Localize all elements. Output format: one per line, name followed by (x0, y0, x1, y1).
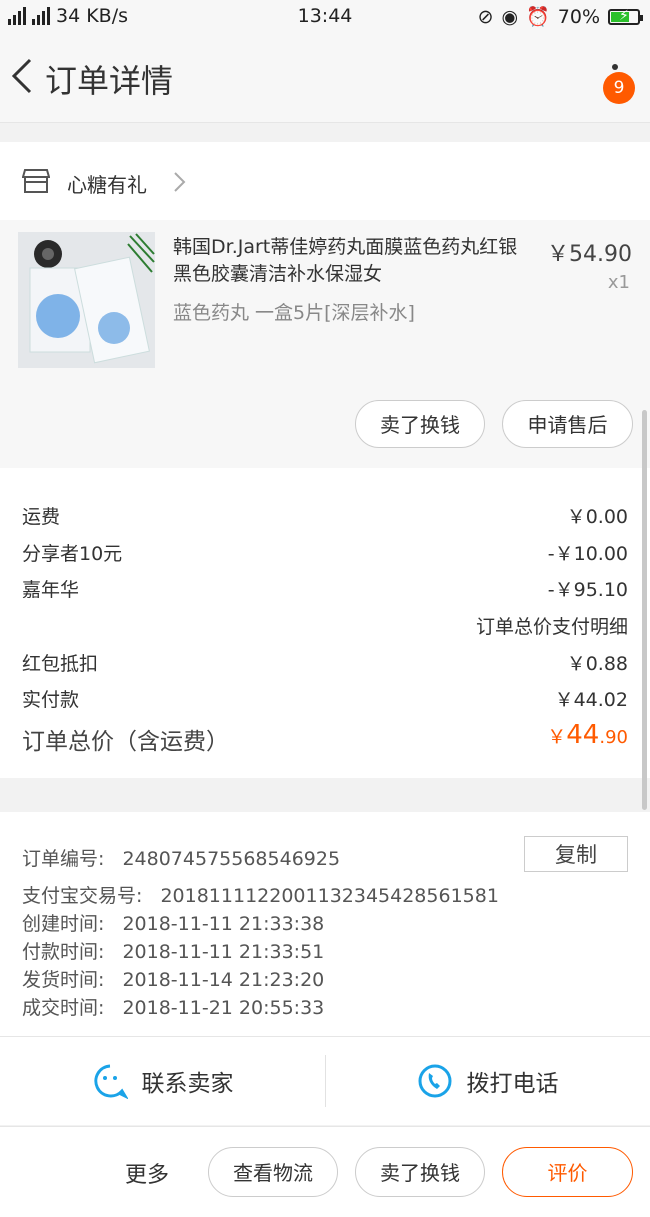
product-title[interactable]: 韩国Dr.Jart蒂佳婷药丸面膜蓝色药丸红银黑色胶囊清洁补水保湿女 (173, 234, 533, 288)
call-phone-button[interactable]: 拨打电话 (325, 1037, 650, 1125)
paid-time: 2018-11-11 21:33:51 (122, 941, 325, 963)
chat-bubble-icon (93, 1064, 128, 1099)
created-row: 创建时间: 2018-11-11 21:33:38 (22, 909, 324, 936)
alipay-number: 2018111122001132345428561581 (160, 885, 499, 907)
contact-seller-label: 联系卖家 (141, 1071, 234, 1097)
closed-row: 成交时间: 2018-11-21 20:55:33 (22, 993, 324, 1020)
scrollbar[interactable] (642, 410, 647, 810)
after-sale-button[interactable]: 申请售后 (502, 400, 633, 448)
alipay-row: 支付宝交易号: 2018111122001132345428561581 (22, 881, 499, 908)
product-image[interactable] (18, 232, 155, 368)
back-arrow-icon[interactable] (8, 56, 38, 96)
shipped-label: 发货时间: (22, 969, 105, 991)
product-qty: x1 (607, 272, 630, 293)
alarm-icon: ⏰ (526, 6, 550, 28)
sell-button[interactable]: 卖了换钱 (355, 1147, 485, 1197)
order-number-label: 订单编号: (22, 848, 105, 870)
shipped-row: 发货时间: 2018-11-14 21:23:20 (22, 965, 324, 992)
fee-label: 分享者10元 (22, 543, 123, 565)
product-sku: 蓝色药丸 一盒5片[深层补水] (173, 302, 415, 324)
review-button[interactable]: 评价 (502, 1147, 633, 1197)
call-phone-label: 拨打电话 (466, 1071, 559, 1097)
total-currency: ￥ (547, 726, 567, 748)
total-dec: .90 (599, 727, 628, 748)
total-label: 订单总价（含运费） (22, 729, 229, 755)
status-bar: 34 KB/s 13:44 ⊘ ◉ ⏰ 70% ⚡ (0, 0, 650, 34)
lock-rotation-icon: ◉ (501, 5, 519, 28)
fee-row-sharer: 分享者10元 -￥10.00 (22, 539, 628, 566)
payment-detail-link[interactable]: 订单总价支付明细 (476, 612, 628, 639)
fee-value: -￥10.00 (547, 543, 628, 565)
closed-label: 成交时间: (22, 997, 105, 1019)
fee-summary: 运费 ￥0.00 分享者10元 -￥10.00 嘉年华 -￥95.10 订单总价… (0, 468, 650, 778)
shop-icon (22, 169, 50, 193)
shop-name: 心糖有礼 (67, 173, 147, 197)
fee-value: ￥44.02 (554, 689, 628, 711)
contact-seller-button[interactable]: 联系卖家 (0, 1037, 325, 1125)
alipay-label: 支付宝交易号: (22, 885, 143, 907)
more-button[interactable]: 更多 (125, 1157, 169, 1189)
created-time: 2018-11-11 21:33:38 (122, 913, 325, 935)
fee-row-red-packet: 红包抵扣 ￥0.88 (22, 649, 628, 676)
paid-row: 付款时间: 2018-11-11 21:33:51 (22, 937, 324, 964)
notification-badge: 9 (603, 72, 635, 104)
fee-label: 嘉年华 (22, 579, 80, 601)
order-number: 248074575568546925 (122, 848, 341, 870)
fee-label: 红包抵扣 (22, 653, 99, 675)
copy-button[interactable]: 复制 (524, 836, 628, 872)
charging-icon: ⚡ (619, 7, 629, 24)
total-int: 44 (566, 720, 600, 750)
page-title: 订单详情 (45, 62, 174, 100)
view-logistics-button[interactable]: 查看物流 (208, 1147, 338, 1197)
order-item: 韩国Dr.Jart蒂佳婷药丸面膜蓝色药丸红银黑色胶囊清洁补水保湿女 蓝色药丸 一… (0, 220, 650, 468)
fee-value: ￥0.88 (566, 653, 628, 675)
fee-row-actual-paid: 实付款 ￥44.02 (22, 685, 628, 712)
no-sim-icon: ⊘ (477, 5, 494, 28)
shipped-time: 2018-11-14 21:23:20 (122, 969, 325, 991)
total-price: ￥44.90 (547, 720, 628, 750)
shop-row[interactable]: 心糖有礼 (0, 142, 650, 220)
contact-bar: 联系卖家 拨打电话 (0, 1036, 650, 1125)
fee-label: 实付款 (22, 689, 80, 711)
closed-time: 2018-11-21 20:55:33 (122, 997, 325, 1019)
chevron-right-icon (174, 172, 186, 192)
fee-label: 运费 (22, 506, 61, 528)
order-number-row: 订单编号: 248074575568546925 (22, 844, 340, 871)
battery-percent: 70% (557, 5, 600, 28)
phone-icon (418, 1064, 451, 1098)
bottom-action-bar: 更多 查看物流 卖了换钱 评价 (0, 1126, 650, 1217)
status-right: ⊘ ◉ ⏰ 70% ⚡ (477, 5, 643, 28)
fee-row-shipping: 运费 ￥0.00 (22, 502, 628, 529)
order-meta: 订单编号: 248074575568546925 复制 支付宝交易号: 2018… (0, 812, 650, 1036)
nav-bar: 订单详情 9 (0, 34, 650, 123)
paid-label: 付款时间: (22, 941, 105, 963)
sell-for-cash-button[interactable]: 卖了换钱 (355, 400, 485, 448)
created-label: 创建时间: (22, 913, 105, 935)
product-price: ￥54.90 (547, 242, 632, 267)
fee-value: ￥0.00 (566, 506, 628, 528)
fee-value: -￥95.10 (547, 579, 628, 601)
fee-row-carnival: 嘉年华 -￥95.10 (22, 575, 628, 602)
battery-icon: ⚡ (608, 7, 643, 25)
